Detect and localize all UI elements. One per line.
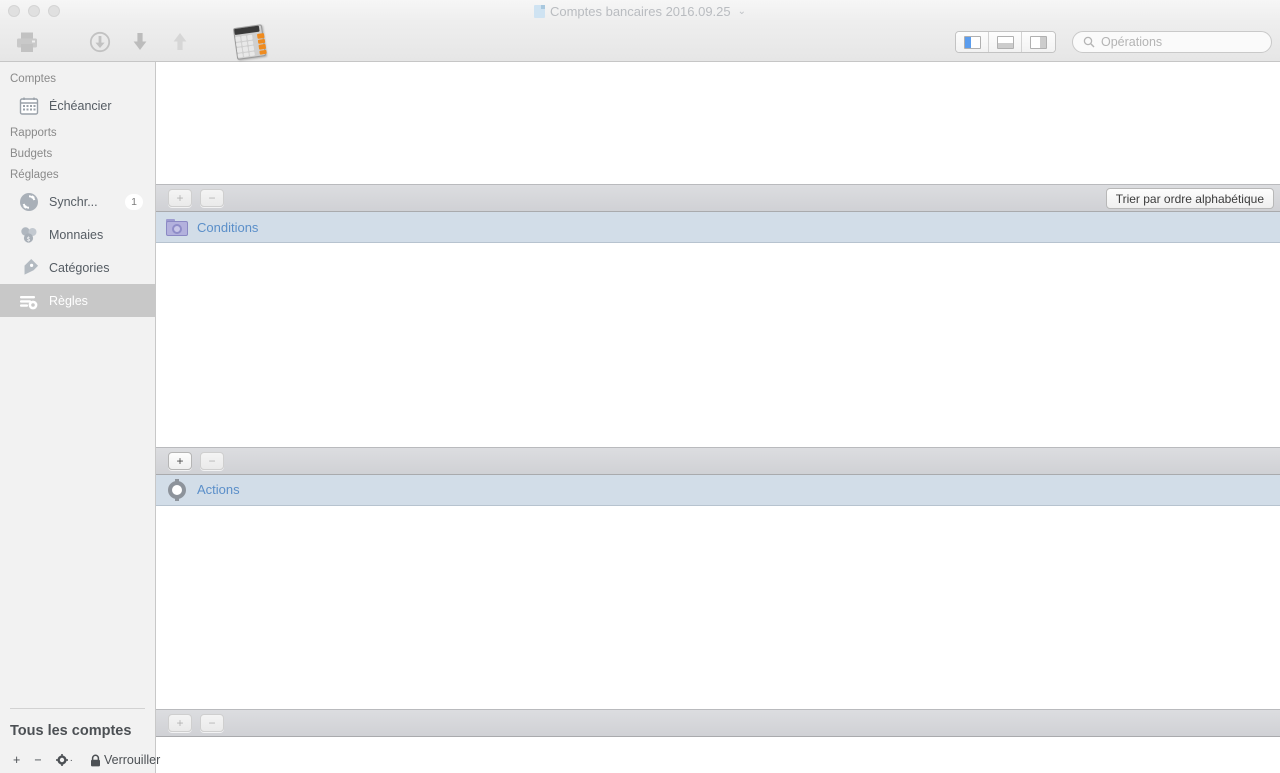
conditions-row[interactable]: Conditions — [156, 212, 1280, 243]
sidebar-item-label: Échéancier — [49, 98, 112, 113]
sidebar-item-label: Catégories — [49, 260, 110, 275]
add-account-button[interactable]: + — [6, 753, 27, 767]
sidebar-item-monnaies[interactable]: $ Monnaies — [0, 218, 155, 251]
sidebar-item-regles[interactable]: Règles — [0, 284, 155, 317]
export-button[interactable] — [160, 31, 200, 53]
search-field[interactable]: Opérations — [1072, 31, 1272, 53]
view-panel-bottom-button[interactable] — [989, 32, 1022, 52]
sidebar-header-reglages: Réglages — [10, 169, 59, 181]
export-up-arrow-icon — [173, 32, 187, 50]
tag-icon — [18, 257, 40, 279]
title-bar: Comptes bancaires 2016.09.25 ⌄ — [0, 0, 1280, 22]
download-button[interactable] — [80, 31, 120, 53]
conditions-toolbar: + − Trier par ordre alphabétique — [156, 184, 1280, 212]
toolbar: Opérations — [0, 22, 1280, 62]
app-window: Comptes bancaires 2016.09.25 ⌄ Opération… — [0, 0, 1280, 773]
sidebar: Comptes Échéancier Rapports Budgets Régl… — [0, 62, 160, 773]
chevron-down-icon[interactable]: ⌄ — [738, 6, 746, 17]
actions-row[interactable]: Actions — [156, 474, 1280, 506]
rules-list-pane[interactable] — [156, 62, 1280, 184]
search-icon — [1083, 36, 1095, 48]
gear-icon — [166, 478, 188, 501]
add-action-button[interactable]: + — [168, 451, 192, 470]
sidebar-header-comptes: Comptes — [10, 73, 57, 85]
add-item-button[interactable]: + — [168, 714, 192, 732]
import-down-arrow-icon — [133, 32, 147, 50]
all-accounts-title: Tous les comptes — [10, 723, 132, 739]
sidebar-header-budgets[interactable]: Budgets — [0, 143, 155, 164]
lock-button[interactable]: Verrouiller — [80, 753, 167, 767]
account-settings-button[interactable]: · — [49, 754, 80, 766]
print-icon — [17, 32, 37, 52]
gear-dropdown-caret: · — [69, 754, 73, 766]
window-body: Comptes Échéancier Rapports Budgets Régl… — [0, 62, 1280, 773]
calculator-button[interactable] — [220, 22, 280, 60]
window-title-group[interactable]: Comptes bancaires 2016.09.25 ⌄ — [0, 0, 1280, 22]
sidebar-item-synchronisation[interactable]: Synchr... 1 — [0, 185, 155, 218]
download-circle-icon — [89, 31, 111, 52]
actions-toolbar: + − — [156, 446, 1280, 475]
sidebar-footer: Tous les comptes + − · Verrouiller — [0, 708, 160, 773]
toolbar-right-group: Opérations — [955, 22, 1280, 62]
view-mode-segmented-control[interactable] — [955, 31, 1056, 53]
bottom-toolbar: + − — [156, 709, 1280, 737]
view-sidebar-left-button[interactable] — [956, 32, 989, 52]
add-condition-button[interactable]: + — [168, 189, 192, 207]
conditions-detail-pane[interactable] — [156, 243, 1280, 447]
remove-action-button[interactable]: − — [200, 451, 224, 470]
lock-label: Verrouiller — [103, 753, 161, 767]
bottom-blank-pane — [156, 737, 1280, 773]
actions-row-label: Actions — [197, 482, 240, 497]
sort-alphabetical-button[interactable]: Trier par ordre alphabétique — [1105, 188, 1274, 209]
toolbar-left-group — [0, 22, 280, 60]
lock-icon — [90, 754, 100, 766]
calculator-icon — [231, 22, 269, 60]
remove-condition-button[interactable]: − — [200, 189, 224, 207]
sidebar-divider — [10, 708, 145, 709]
remove-account-button[interactable]: − — [27, 753, 48, 767]
document-icon — [533, 4, 545, 18]
import-button[interactable] — [120, 31, 160, 53]
view-panel-right-button[interactable] — [1022, 32, 1055, 52]
svg-text:$: $ — [27, 236, 31, 243]
gear-icon — [55, 754, 68, 766]
sidebar-item-label: Synchr... — [49, 194, 98, 209]
sidebar-item-echeancier[interactable]: Échéancier — [0, 89, 155, 122]
sidebar-item-categories[interactable]: Catégories — [0, 251, 155, 284]
print-button[interactable] — [0, 31, 54, 53]
window-title: Comptes bancaires 2016.09.25 — [549, 3, 731, 19]
sync-badge: 1 — [125, 193, 143, 210]
remove-item-button[interactable]: − — [200, 714, 224, 732]
sidebar-item-label: Monnaies — [49, 227, 104, 242]
sync-icon — [18, 191, 40, 213]
actions-detail-pane[interactable] — [156, 505, 1280, 709]
sidebar-item-label: Règles — [49, 293, 88, 308]
calendar-icon — [18, 95, 40, 117]
sidebar-scroll: Comptes Échéancier Rapports Budgets Régl… — [0, 62, 155, 708]
sidebar-action-bar: + − · Verrouiller — [0, 753, 160, 767]
main-content: + − Trier par ordre alphabétique Conditi… — [156, 62, 1280, 773]
folder-gear-icon — [166, 218, 188, 236]
conditions-row-label: Conditions — [197, 219, 259, 235]
rules-icon — [18, 290, 40, 312]
search-placeholder: Opérations — [1101, 35, 1163, 49]
coins-icon: $ — [18, 224, 40, 246]
sidebar-header-rapports[interactable]: Rapports — [0, 122, 155, 143]
